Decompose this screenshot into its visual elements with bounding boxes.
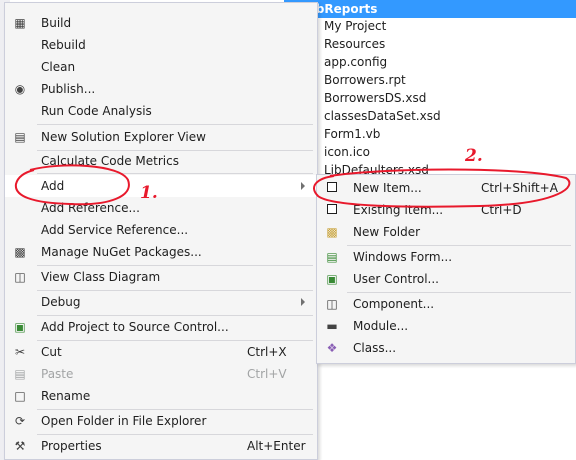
submenu-item-new-item[interactable]: New Item... Ctrl+Shift+A [317,177,575,199]
annotation-step-2: 2. [465,146,483,166]
module-icon: ▬ [326,319,338,333]
menu-item-add-to-source-control[interactable]: ▣ Add Project to Source Control... [5,316,317,338]
existing-item-icon [325,203,339,217]
solution-explorer-tree: LibReports My Project Resources app.conf… [284,0,576,180]
tree-item-project[interactable]: LibReports [284,0,576,18]
submenu-item-user-control[interactable]: ▣ User Control... [317,268,575,290]
menu-item-label: Debug [41,295,81,309]
menu-item-label: Add Reference... [41,201,140,215]
menu-item-shortcut: Alt+Enter [247,439,306,453]
folder-icon: ▩ [326,225,338,239]
menu-item-label: Rename [41,389,91,403]
submenu-arrow-icon [301,182,305,190]
menu-item-shortcut: Ctrl+X [247,345,287,359]
menu-item-label: Publish... [41,82,96,96]
menu-item-view-class-diagram[interactable]: ◫ View Class Diagram [5,266,317,288]
component-icon: ◫ [326,297,338,311]
menu-item-label: Build [41,16,72,30]
menu-item-add-service-reference[interactable]: Add Service Reference... [5,219,317,241]
menu-item-label: Rebuild [41,38,86,52]
menu-item-shortcut: Ctrl+D [481,203,522,217]
windows-form-icon: ▤ [326,250,338,264]
menu-item-label: Add Service Reference... [41,223,189,237]
menu-item-shortcut: Ctrl+V [247,367,287,381]
menu-item-rename[interactable]: □ Rename [5,385,317,407]
tree-item[interactable]: app.config [324,53,387,71]
menu-item-shortcut: Ctrl+Shift+A [481,181,558,195]
rename-icon: □ [14,389,26,403]
menu-separator [37,124,313,125]
class-icon: ❖ [326,341,338,355]
menu-item-cut[interactable]: ✂ Cut Ctrl+X [5,341,317,363]
menu-item-label: Paste [41,367,74,381]
menu-item-label: Calculate Code Metrics [41,154,179,168]
submenu-item-new-folder[interactable]: ▩ New Folder [317,221,575,243]
annotation-step-1: 1. [140,183,158,203]
menu-item-label: Clean [41,60,76,74]
build-icon: ▦ [14,16,26,30]
menu-item-label: Manage NuGet Packages... [41,245,202,259]
folder-open-icon: ⟳ [14,414,26,428]
submenu-item-component[interactable]: ◫ Component... [317,293,575,315]
tree-item[interactable]: BorrowersDS.xsd [324,89,426,107]
menu-item-label: Cut [41,345,62,359]
menu-item-label: New Item... [353,181,422,195]
submenu-item-existing-item[interactable]: Existing Item... Ctrl+D [317,199,575,221]
user-control-icon: ▣ [326,272,338,286]
tree-item[interactable]: My Project [324,17,386,35]
class-diagram-icon: ◫ [14,270,26,284]
tree-item[interactable]: Form1.vb [324,125,380,143]
context-menu: ▦ Build Rebuild Clean ◉ Publish... Run C… [4,2,318,460]
menu-item-publish[interactable]: ◉ Publish... [5,78,317,100]
menu-item-label: New Folder [353,225,421,239]
solution-explorer-icon: ▤ [14,130,26,144]
scissors-icon: ✂ [14,345,26,359]
menu-item-label: View Class Diagram [41,270,161,284]
menu-item-label: Add [41,179,65,193]
tree-item[interactable]: classesDataSet.xsd [324,107,441,125]
menu-item-rebuild[interactable]: Rebuild [5,34,317,56]
menu-item-label: User Control... [353,272,439,286]
menu-item-label: Properties [41,439,102,453]
menu-item-paste[interactable]: ▤ Paste Ctrl+V [5,363,317,385]
menu-item-label: Component... [353,297,435,311]
menu-item-new-solution-explorer-view[interactable]: ▤ New Solution Explorer View [5,126,317,148]
menu-item-manage-nuget[interactable]: ▩ Manage NuGet Packages... [5,241,317,263]
menu-item-label: Windows Form... [353,250,453,264]
menu-item-label: Open Folder in File Explorer [41,414,207,428]
menu-item-label: Run Code Analysis [41,104,152,118]
wrench-icon: ⚒ [14,439,26,453]
submenu-arrow-icon [301,298,305,306]
globe-icon: ◉ [14,82,26,96]
menu-item-build[interactable]: ▦ Build [5,12,317,34]
menu-item-open-folder[interactable]: ⟳ Open Folder in File Explorer [5,410,317,432]
submenu-item-windows-form[interactable]: ▤ Windows Form... [317,246,575,268]
menu-item-label: Add Project to Source Control... [41,320,229,334]
nuget-icon: ▩ [14,245,26,259]
add-submenu: New Item... Ctrl+Shift+A Existing Item..… [316,174,576,364]
submenu-item-module[interactable]: ▬ Module... [317,315,575,337]
menu-item-clean[interactable]: Clean [5,56,317,78]
menu-item-calculate-code-metrics[interactable]: Calculate Code Metrics [5,150,317,172]
clipboard-icon: ▤ [14,367,26,381]
menu-item-label: Class... [353,341,397,355]
tree-item[interactable]: Resources [324,35,385,53]
menu-separator [37,173,313,174]
menu-item-debug[interactable]: Debug [5,291,317,313]
tree-item[interactable]: icon.ico [324,143,370,161]
menu-item-label: Module... [353,319,409,333]
menu-item-label: Existing Item... [353,203,444,217]
source-control-icon: ▣ [14,320,26,334]
menu-item-properties[interactable]: ⚒ Properties Alt+Enter [5,435,317,457]
menu-item-add[interactable]: Add [5,175,317,197]
new-item-icon [325,181,339,195]
menu-item-add-reference[interactable]: Add Reference... [5,197,317,219]
menu-item-run-code-analysis[interactable]: Run Code Analysis [5,100,317,122]
menu-item-label: New Solution Explorer View [41,130,206,144]
submenu-item-class[interactable]: ❖ Class... [317,337,575,359]
tree-item[interactable]: Borrowers.rpt [324,71,406,89]
